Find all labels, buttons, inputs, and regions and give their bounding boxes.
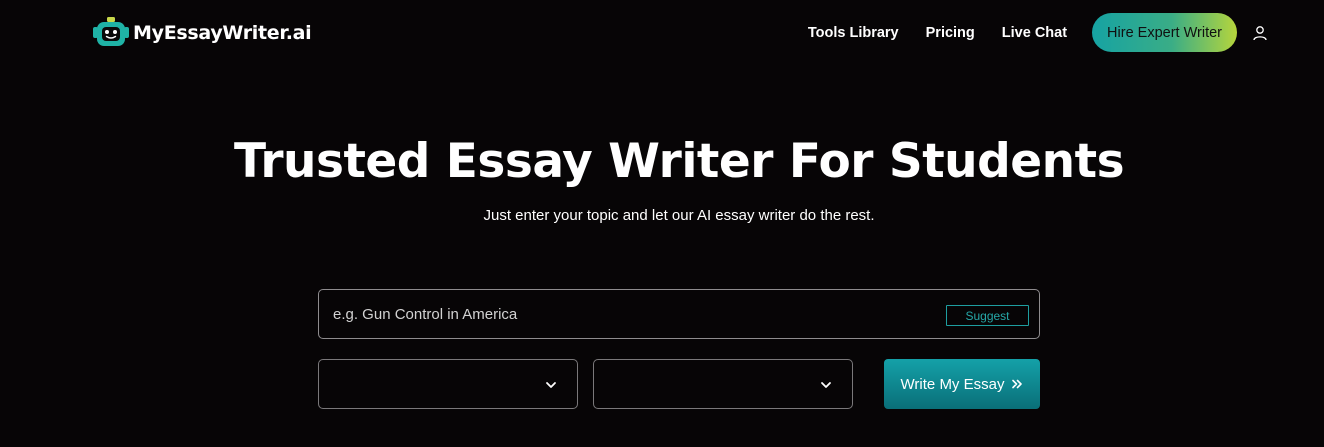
brand-name: MyEssayWriter.ai [133,22,312,44]
nav-link-pricing[interactable]: Pricing [926,25,975,41]
main-nav: Tools Library Pricing Live Chat Hire Exp… [808,13,1268,52]
brand-logo[interactable]: MyEssayWriter.ai [93,16,312,50]
suggest-button[interactable]: Suggest [946,305,1029,326]
page: MyEssayWriter.ai Tools Library Pricing L… [0,0,1324,447]
nav-link-live-chat[interactable]: Live Chat [1002,25,1067,41]
chevron-down-icon [546,382,556,388]
robot-logo-icon [93,17,129,46]
write-my-essay-label: Write My Essay [900,375,1005,393]
essay-type-select[interactable] [318,359,578,409]
topic-field: Suggest [318,289,1040,339]
chevron-down-icon [821,382,831,388]
double-chevron-right-icon [1012,379,1023,389]
write-my-essay-button[interactable]: Write My Essay [884,359,1040,409]
topic-input[interactable] [333,290,933,338]
hire-expert-writer-button[interactable]: Hire Expert Writer [1092,13,1237,52]
nav-link-tools-library[interactable]: Tools Library [808,25,899,41]
hero-subtitle: Just enter your topic and let our AI ess… [483,207,875,224]
user-icon[interactable] [1252,25,1268,41]
hero-title: Trusted Essay Writer For Students [233,134,1125,189]
essay-length-select[interactable] [593,359,853,409]
